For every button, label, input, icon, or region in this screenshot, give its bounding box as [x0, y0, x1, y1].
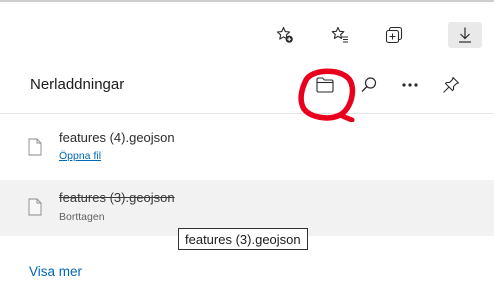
download-arrow-icon: [459, 27, 471, 43]
open-folder-button[interactable]: [310, 70, 340, 100]
panel-title: Nerladdningar: [30, 76, 125, 93]
collections-button[interactable]: [380, 22, 408, 48]
file-icon: [28, 138, 42, 156]
search-downloads-button[interactable]: [354, 70, 384, 100]
more-options-button[interactable]: [395, 70, 425, 100]
pin-icon: [443, 76, 460, 93]
download-filename: features (4).geojson: [59, 130, 175, 145]
header-divider: [0, 113, 494, 114]
add-favorite-button[interactable]: [271, 22, 299, 48]
favorites-button[interactable]: [326, 22, 354, 48]
download-filename: features (3).geojson: [59, 190, 175, 205]
download-status: Borttagen: [59, 211, 105, 223]
star-plus-icon: [276, 26, 293, 43]
downloads-panel: Nerladdningar features (4).geojson Öppna…: [0, 58, 494, 298]
pin-panel-button[interactable]: [436, 70, 466, 100]
download-item[interactable]: features (4).geojson Öppna fil: [0, 120, 494, 176]
downloads-button[interactable]: [448, 22, 482, 48]
open-file-link[interactable]: Öppna fil: [59, 150, 101, 162]
more-ellipsis-icon: [402, 83, 418, 87]
star-list-icon: [331, 26, 348, 43]
browser-toolbar: [0, 0, 494, 60]
file-icon: [28, 198, 42, 216]
search-icon: [361, 77, 377, 92]
filename-tooltip: features (3).geojson: [178, 228, 308, 250]
collections-icon: [385, 26, 403, 44]
show-more-link[interactable]: Visa mer: [29, 264, 82, 279]
folder-icon: [316, 77, 334, 93]
